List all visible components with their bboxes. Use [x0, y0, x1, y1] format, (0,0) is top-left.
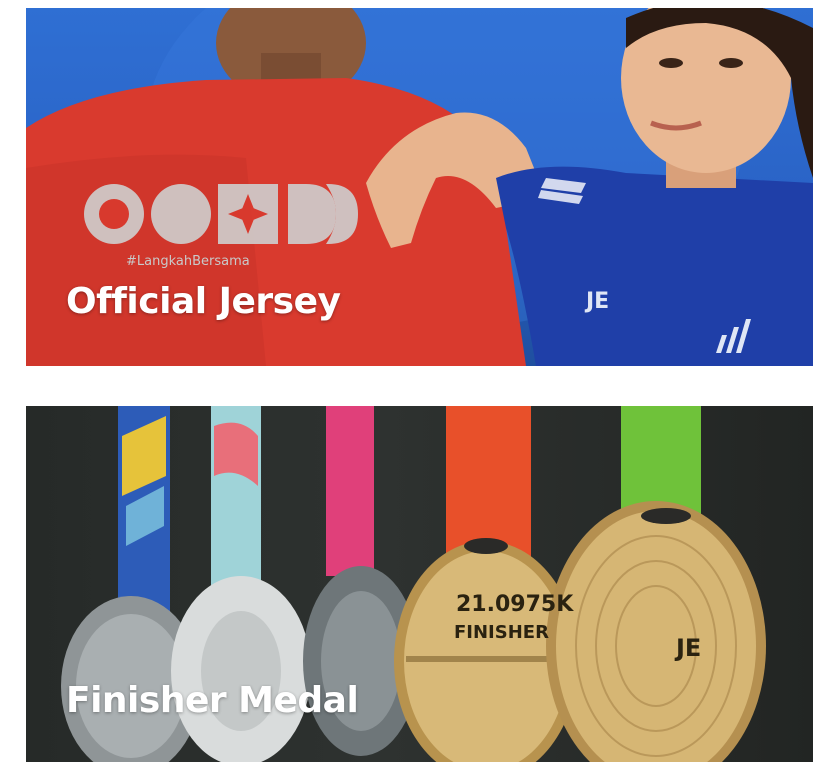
svg-text:JE: JE [674, 634, 701, 662]
official-jersey-card[interactable]: JE #LangkahBersama Official Jersey [26, 8, 813, 366]
finisher-medal-card[interactable]: 21.0975K FINISHER JE Finisher Medal [26, 406, 813, 762]
jersey-hashtag: #LangkahBersama [126, 254, 250, 269]
official-jersey-title: Official Jersey [66, 281, 341, 322]
medal-finisher-label: FINISHER [454, 622, 549, 643]
svg-text:JE: JE [584, 289, 609, 314]
finisher-medal-title: Finisher Medal [66, 680, 359, 721]
medal-distance-label: 21.0975K [456, 592, 574, 617]
